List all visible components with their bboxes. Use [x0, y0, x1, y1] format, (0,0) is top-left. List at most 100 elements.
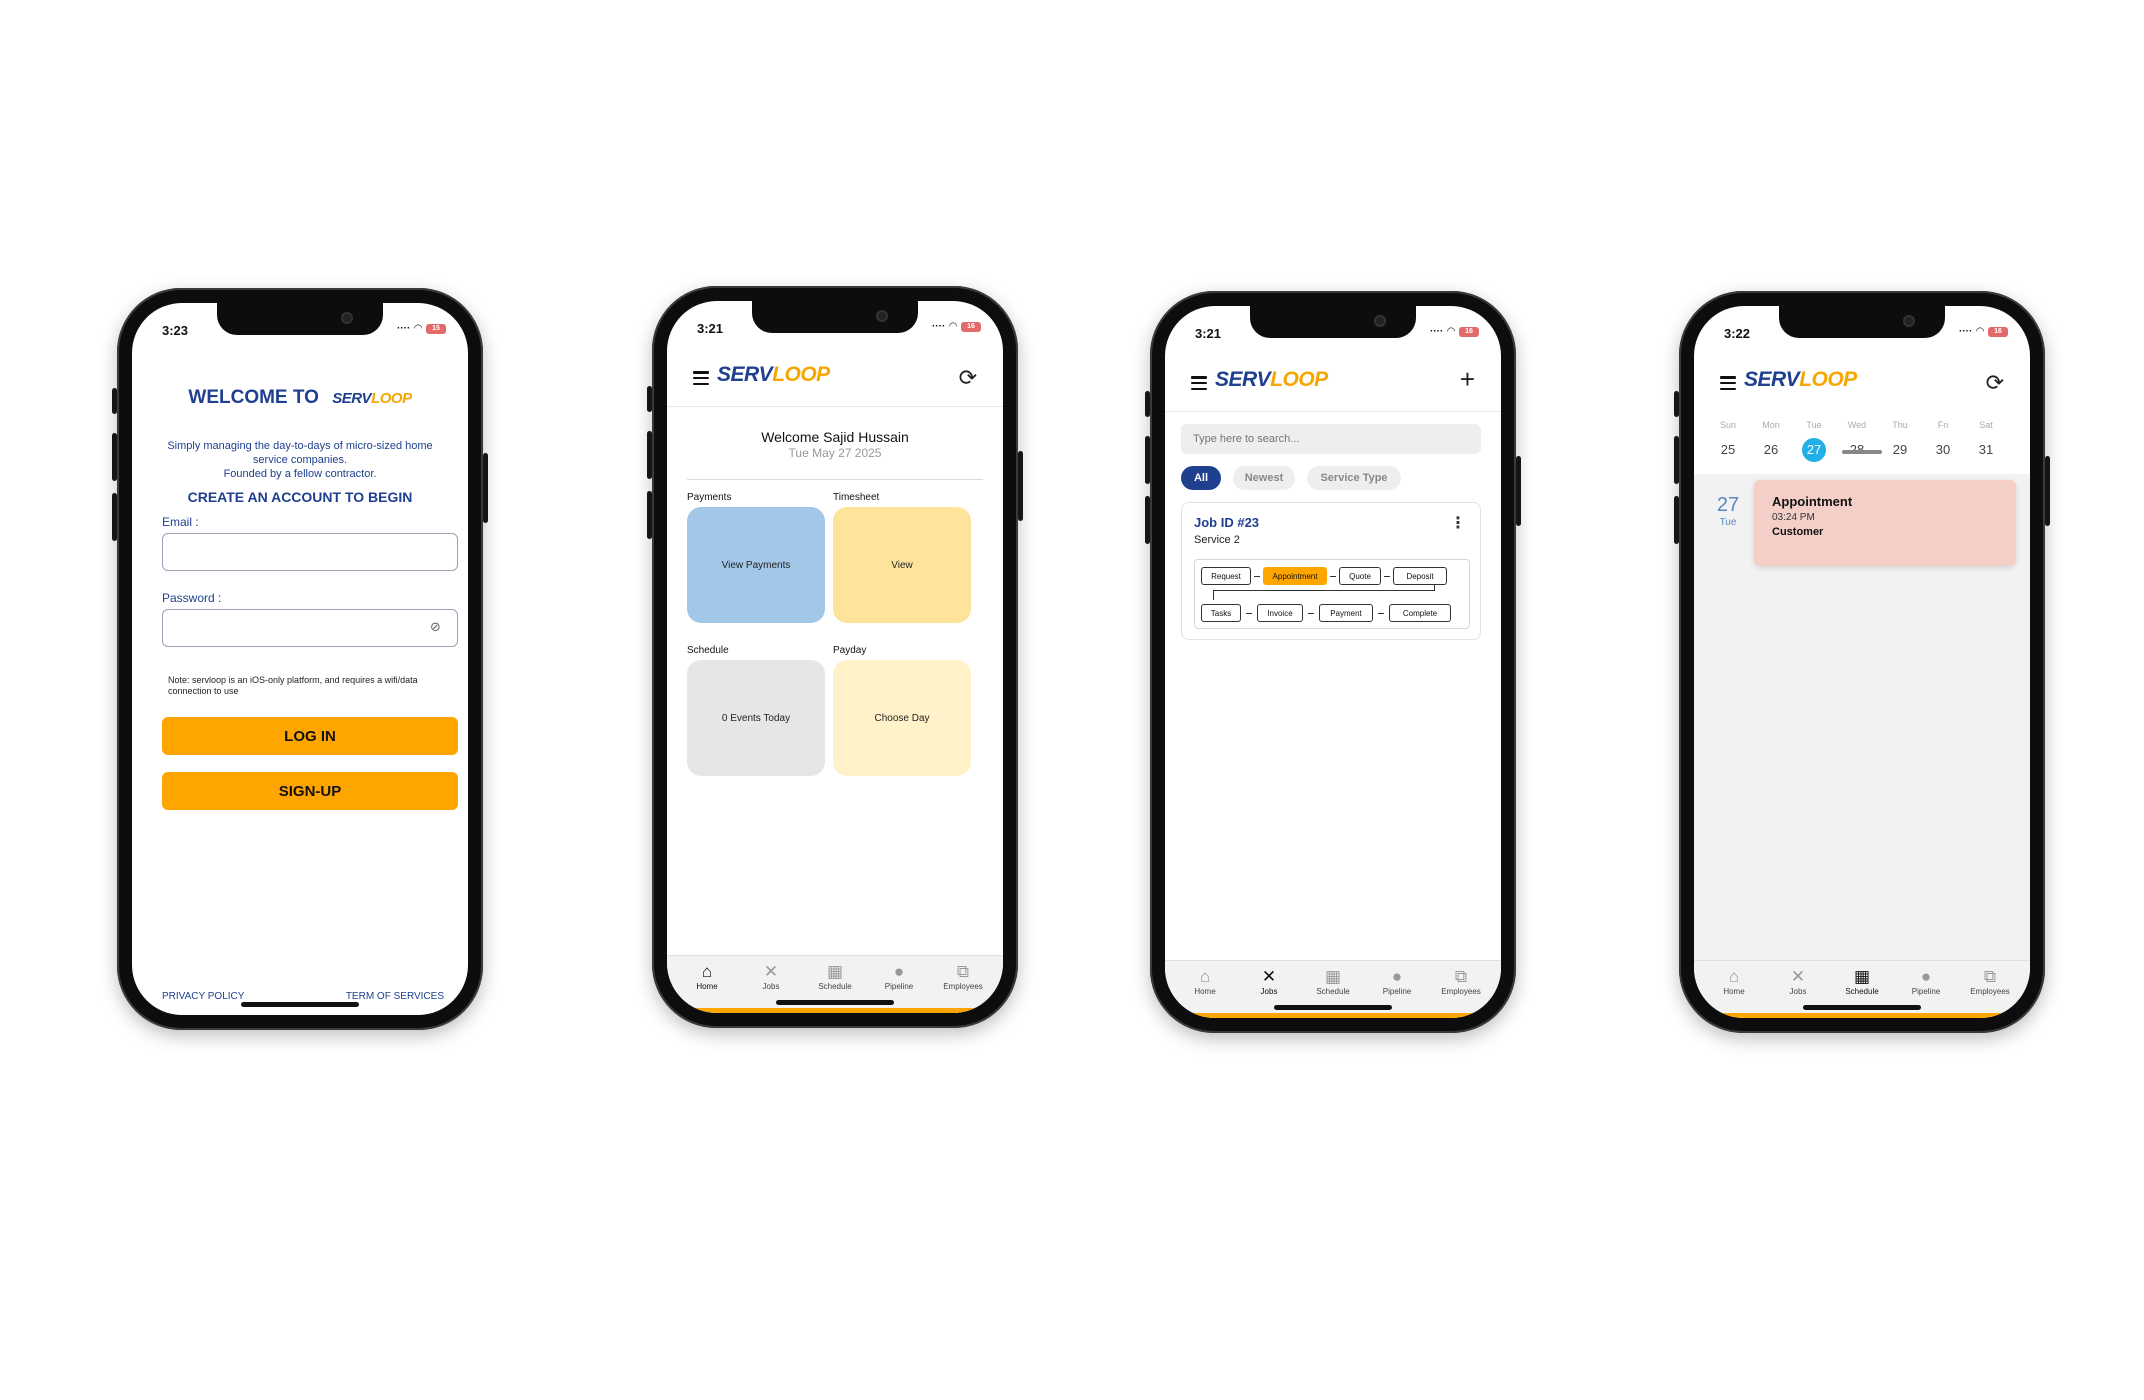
date-cell[interactable]: 30 [1923, 438, 1963, 462]
search-input[interactable] [1181, 424, 1481, 454]
login-button[interactable]: LOG IN [162, 717, 458, 755]
battery-icon: 16 [961, 321, 981, 332]
tools-icon: ✕ [763, 962, 779, 981]
phone-jobs: 3:21 ····◠ 16 SERVLOOP + All Newest Servi… [1145, 291, 1521, 1033]
wifi-icon: ◠ [414, 323, 422, 334]
filter-service-type[interactable]: Service Type [1307, 466, 1401, 490]
phone-login: 3:23 ···· ◠ 15 WELCOME TO SERV LOOP Simply … [112, 288, 488, 1030]
password-label: Password : [162, 591, 222, 605]
day-name: Sun [1719, 420, 1736, 430]
event-time: 03:24 PM [1772, 512, 1815, 523]
payday-tile[interactable]: Choose Day [833, 660, 971, 776]
add-job-icon[interactable]: + [1460, 364, 1475, 395]
more-options-icon[interactable]: ⋮ [1450, 513, 1466, 533]
date-cell[interactable]: 29 [1880, 438, 1920, 462]
menu-icon[interactable] [1720, 376, 1736, 390]
app-header: SERV LOOP ⟳ [667, 349, 1003, 407]
servloop-logo: SERV LOOP [1215, 368, 1328, 391]
calendar-icon: ▦ [1853, 967, 1871, 986]
payday-label: Payday [833, 645, 867, 656]
step-appointment: Appointment [1263, 567, 1327, 585]
menu-icon[interactable] [693, 371, 709, 385]
filter-newest[interactable]: Newest [1233, 466, 1295, 490]
view-payments-tile[interactable]: View Payments [687, 507, 825, 623]
ios-note: Note: servloop is an iOS-only platform, … [168, 675, 418, 696]
step-request: Request [1201, 567, 1251, 585]
day-name: Mon [1762, 420, 1780, 430]
email-field[interactable] [162, 533, 458, 571]
app-header: SERV LOOP + [1165, 354, 1501, 412]
schedule-label: Schedule [687, 645, 729, 656]
battery-icon: 16 [1988, 326, 2008, 337]
filter-all[interactable]: All [1181, 466, 1221, 490]
step-tasks: Tasks [1201, 604, 1241, 622]
wifi-icon: ◠ [949, 321, 957, 332]
day-name: Sat [1979, 420, 1993, 430]
battery-icon: 16 [1459, 326, 1479, 337]
tab-home[interactable]: ⌂ Home [1704, 967, 1764, 1013]
terms-link[interactable]: TERM OF SERVICES [346, 991, 444, 1002]
app-header: SERV LOOP ⟳ [1694, 354, 2030, 412]
home-indicator [1803, 1005, 1921, 1010]
day-name: Thu [1892, 420, 1908, 430]
tagline: Simply managing the day-to-days of micro… [167, 440, 433, 480]
signal-icon: ···· [931, 321, 946, 332]
signal-icon: ···· [1958, 326, 1973, 337]
appointment-event[interactable]: Appointment 03:24 PM Customer [1754, 480, 2016, 566]
signup-button[interactable]: SIGN-UP [162, 772, 458, 810]
week-calendar: Sun Mon Tue Wed Thu Fri Sat 25 26 27 28 … [1694, 412, 2030, 474]
job-id: Job ID #23 [1194, 515, 1260, 530]
menu-icon[interactable] [1191, 376, 1207, 390]
date-cell[interactable]: 25 [1708, 438, 1748, 462]
step-payment: Payment [1319, 604, 1373, 622]
refresh-icon[interactable]: ⟳ [959, 365, 977, 391]
event-title: Appointment [1772, 494, 1853, 509]
pipeline-icon: ● [1920, 967, 1932, 986]
date-cell[interactable]: 26 [1751, 438, 1791, 462]
step-quote: Quote [1339, 567, 1381, 585]
phone-schedule: 3:22 ···· ◠ 16 SERV LOOP ⟳ Sun Mon Tue Wed … [1674, 291, 2050, 1033]
job-service: Service 2 [1194, 534, 1240, 546]
date-cell-selected[interactable]: 27 [1794, 438, 1834, 462]
signal-icon: ···· [396, 323, 411, 334]
calendar-icon: ▦ [826, 962, 844, 981]
phone-home: 3:21 ···· ◠ 16 SERV LOOP ⟳ Welcome Sajid Hu… [647, 286, 1023, 1028]
calendar-icon: ▦ [1324, 967, 1342, 986]
employees-icon: ⧉ [1454, 967, 1468, 986]
tab-employees[interactable]: ⧉ Employees [1960, 967, 2020, 1013]
timesheet-label: Timesheet [833, 492, 880, 503]
schedule-tile[interactable]: 0 Events Today [687, 660, 825, 776]
timesheet-tile[interactable]: View [833, 507, 971, 623]
status-time: 3:22 [1724, 326, 1751, 341]
welcome-user: Welcome Sajid Hussain [761, 429, 909, 445]
refresh-icon[interactable]: ⟳ [1986, 370, 2004, 396]
jobs-screen: 3:21 ····◠ 16 SERVLOOP + All Newest Servi… [1165, 306, 1501, 1018]
tools-icon: ✕ [1261, 967, 1277, 986]
job-flow: Request Appointment Quote Deposit Tasks … [1194, 559, 1470, 629]
status-time: 3:21 [1195, 326, 1222, 341]
home-icon: ⌂ [1199, 967, 1211, 986]
eye-off-icon[interactable]: ⊘ [430, 619, 441, 635]
servloop-logo: SERV LOOP [717, 363, 830, 386]
current-date: Tue May 27 2025 [788, 446, 882, 460]
calendar-grabber[interactable] [1842, 450, 1882, 454]
password-field[interactable] [162, 609, 458, 647]
email-label: Email : [162, 515, 199, 529]
job-card[interactable]: Job ID #23 Service 2 ⋮ Request Appointme… [1181, 502, 1481, 640]
tab-employees[interactable]: ⧉ Employees [933, 962, 993, 1008]
agenda-day: 27 Tue [1716, 494, 1740, 528]
day-name: Tue [1806, 420, 1822, 430]
tab-home[interactable]: ⌂ Home [677, 962, 737, 1008]
privacy-policy-link[interactable]: PRIVACY POLICY [162, 991, 244, 1002]
tab-employees[interactable]: ⧉ Employees [1431, 967, 1491, 1013]
divider [687, 479, 983, 480]
event-customer: Customer [1772, 526, 1824, 538]
tab-home[interactable]: ⌂ Home [1175, 967, 1235, 1013]
tools-icon: ✕ [1790, 967, 1806, 986]
agenda-area: 27 Tue Appointment 03:24 PM Customer [1694, 474, 2030, 960]
pipeline-icon: ● [893, 962, 905, 981]
date-cell[interactable]: 31 [1966, 438, 2006, 462]
home-icon: ⌂ [1728, 967, 1740, 986]
login-screen: 3:23 ···· ◠ 15 WELCOME TO SERV LOOP Simply … [132, 303, 468, 1015]
home-indicator [776, 1000, 894, 1005]
